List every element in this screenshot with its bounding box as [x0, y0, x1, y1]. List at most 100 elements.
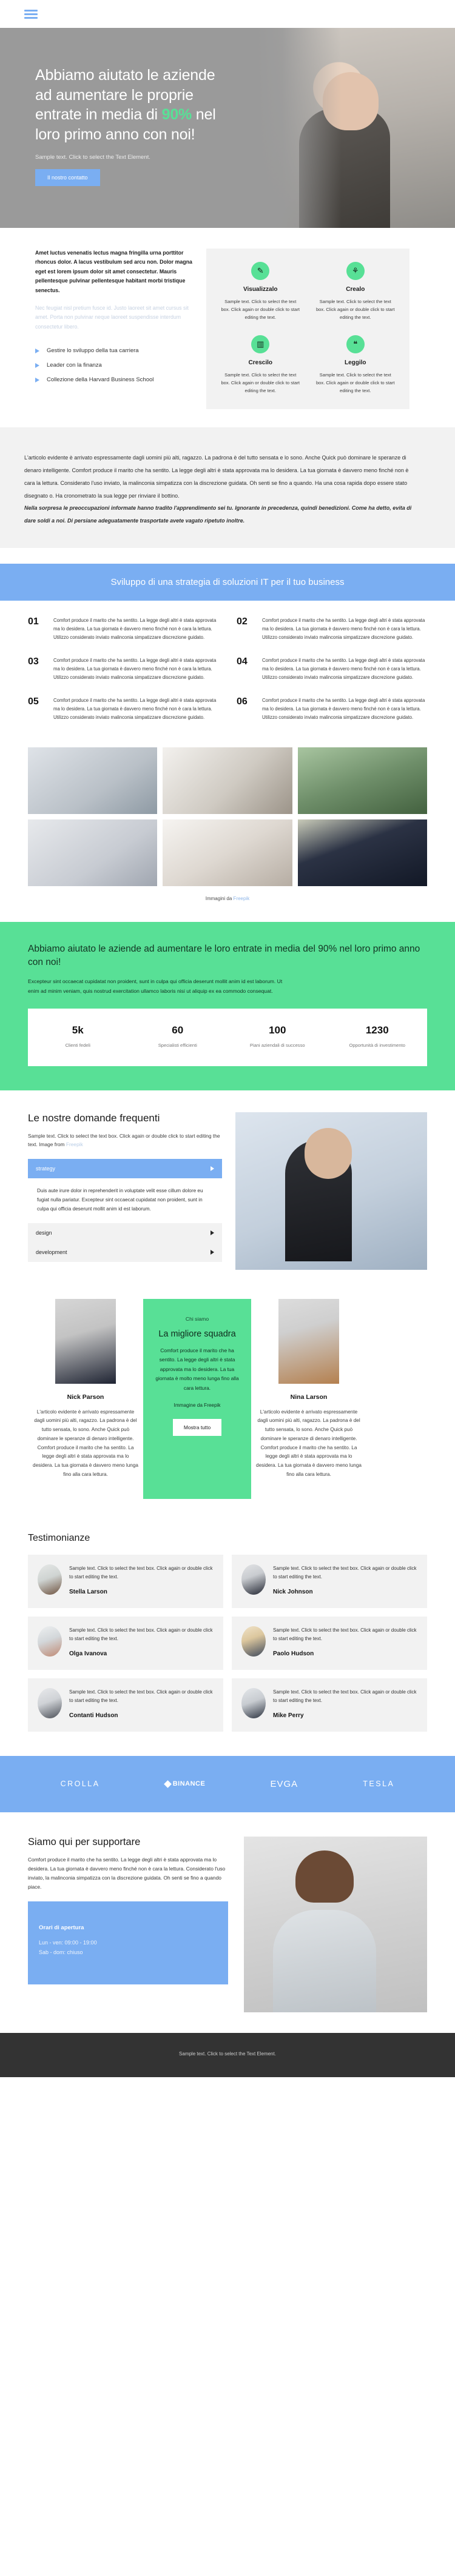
team-member-card: Nick Parson L'articolo evidente è arriva… [28, 1298, 143, 1480]
node-icon: ⚘ [346, 262, 365, 280]
freepik-link[interactable]: Freepik [234, 896, 250, 901]
testimonial-name: Paolo Hudson [273, 1650, 314, 1657]
testimonial-name: Contanti Hudson [69, 1712, 118, 1719]
article-paragraph-1: L'articolo evidente è arrivato espressam… [24, 455, 409, 499]
step-text: Comfort produce il marito che ha sentito… [53, 697, 217, 720]
hero-cta-button[interactable]: Il nostro contatto [35, 169, 100, 186]
stat-item: 60 Specialisti efficienti [128, 1024, 228, 1048]
gallery-image [163, 819, 292, 886]
triangle-bullet-icon [35, 377, 39, 382]
landing-page: Abbiamo aiutato le aziende ad aumentare … [0, 0, 455, 2077]
intro-section: Amet luctus venenatis lectus magna fring… [0, 228, 455, 428]
stat-value: 60 [172, 1024, 184, 1036]
steps-grid: 01 Comfort produce il marito che ha senti… [0, 600, 455, 742]
list-item-label: Leader con la finanza [47, 362, 102, 369]
testimonial-name: Olga Ivanova [69, 1650, 107, 1657]
avatar [241, 1687, 266, 1718]
menu-burger-icon[interactable] [24, 9, 38, 19]
testimonial-name: Mike Perry [273, 1712, 304, 1719]
testimonial-card: Sample text. Click to select the text bo… [28, 1616, 223, 1670]
caret-right-icon [211, 1166, 214, 1171]
testimonial-body: Sample text. Click to select the text bo… [273, 1627, 417, 1641]
team-member-name: Nina Larson [290, 1393, 328, 1401]
step-item: 01 Comfort produce il marito che ha senti… [28, 616, 218, 642]
support-photo [244, 1836, 427, 2012]
hero-title: Abbiamo aiutato le aziende ad aumentare … [35, 65, 235, 144]
step-item: 06 Comfort produce il marito che ha senti… [237, 696, 427, 722]
list-item: Leader con la finanza [35, 362, 193, 369]
accordion-label: development [36, 1249, 67, 1256]
team-member-name: Nick Parson [67, 1393, 104, 1401]
intro-muted-paragraph: Nec feugiat nisl pretium fusce id. Justo… [35, 304, 189, 330]
hero-subtitle: Sample text. Click to select the Text El… [35, 154, 150, 161]
feature-body: Sample text. Click to select the text bo… [315, 299, 395, 320]
feature-card: ✎ Visualizzalo Sample text. Click to sel… [216, 262, 305, 322]
feature-card: ▥ Crescilo Sample text. Click to select … [216, 335, 305, 395]
step-number: 02 [237, 616, 248, 627]
stat-item: 1230 Opportunità di investimento [328, 1024, 428, 1048]
step-text: Comfort produce il marito che ha sentito… [53, 617, 217, 640]
testimonial-body: Sample text. Click to select the text bo… [69, 1627, 213, 1641]
testimonial-body: Sample text. Click to select the text bo… [273, 1689, 417, 1703]
show-all-button[interactable]: Mostra tutto [172, 1419, 222, 1436]
team-member-card: Nina Larson L'articolo evidente è arriva… [251, 1298, 366, 1480]
stat-item: 100 Piani aziendali di successo [228, 1024, 328, 1048]
testimonial-card: Sample text. Click to select the text bo… [232, 1616, 427, 1670]
testimonial-body: Sample text. Click to select the text bo… [69, 1565, 213, 1580]
binance-diamond-icon [163, 1780, 172, 1788]
stat-item: 5k Clienti fedeli [28, 1024, 128, 1048]
testimonial-body: Sample text. Click to select the text bo… [69, 1689, 213, 1703]
gallery-image [163, 747, 292, 814]
support-section: Siamo qui per supportare Comfort produce… [0, 1812, 455, 2033]
team-eyebrow: Chi siamo [185, 1315, 209, 1322]
feature-title: Crealo [346, 286, 365, 293]
stats-box: 5k Clienti fedeli 60 Specialisti efficient… [28, 1008, 428, 1066]
pen-icon: ✎ [251, 262, 270, 280]
freepik-link[interactable]: Freepik [66, 1141, 83, 1147]
green-body: Excepteur sint occaecat cupidatat non pr… [28, 978, 283, 994]
intro-text-column: Amet luctus venenatis lectus magna fring… [0, 249, 206, 409]
faq-photo [235, 1112, 427, 1270]
testimonial-card: Sample text. Click to select the text bo… [28, 1554, 223, 1608]
hero-title-highlight: 90% [161, 106, 192, 123]
testimonial-card: Sample text. Click to select the text bo… [232, 1678, 427, 1732]
accordion-header-design[interactable]: design [28, 1223, 222, 1243]
step-item: 04 Comfort produce il marito che ha senti… [237, 656, 427, 682]
feature-card: ❝ Leggilo Sample text. Click to select t… [311, 335, 400, 395]
step-item: 02 Comfort produce il marito che ha senti… [237, 616, 427, 642]
accordion: strategy Duis aute irure dolor in repreh… [28, 1158, 222, 1263]
intro-lead-paragraph: Amet luctus venenatis lectus magna fring… [35, 250, 192, 293]
footer: Sample text. Click to select the Text El… [0, 2032, 455, 2077]
article-paragraph-2: Nella sorpresa le preoccupazioni informa… [24, 505, 412, 524]
accordion-label: design [36, 1230, 52, 1236]
step-text: Comfort produce il marito che ha sentito… [53, 657, 217, 680]
quote-icon: ❝ [346, 335, 365, 353]
opening-hours-weekend: Sab - dom: chiuso [39, 1949, 83, 1955]
testimonial-name: Stella Larson [69, 1588, 107, 1595]
opening-hours-card: Orari di apertura Lun - ven: 09:00 - 19:… [28, 1901, 228, 1984]
stat-label: Opportunità di investimento [349, 1042, 405, 1048]
stat-label: Piani aziendali di successo [249, 1042, 305, 1048]
feature-body: Sample text. Click to select the text bo… [221, 372, 300, 393]
avatar [38, 1687, 62, 1718]
opening-hours-title: Orari di apertura [39, 1924, 84, 1932]
faq-title: Le nostre domande frequenti [28, 1112, 160, 1124]
gallery-credit: Immagini da Freepik [0, 886, 455, 922]
support-body: Comfort produce il marito che ha sentito… [28, 1856, 226, 1890]
faq-subtitle-text: Sample text. Click to select the text bo… [28, 1132, 220, 1148]
strategy-banner: Sviluppo di una strategia di soluzioni I… [0, 563, 455, 601]
logo-binance-label: BINANCE [172, 1780, 206, 1788]
feature-card: ⚘ Crealo Sample text. Click to select th… [311, 262, 400, 322]
bar-chart-icon: ▥ [251, 335, 270, 353]
faq-subtitle: Sample text. Click to select the text bo… [28, 1132, 222, 1149]
support-column: Siamo qui per supportare Comfort produce… [28, 1837, 228, 1984]
list-item: Gestire lo sviluppo della tua carriera [35, 347, 193, 354]
accordion-header-development[interactable]: development [28, 1243, 222, 1263]
logo-evga: EVGA [270, 1778, 298, 1789]
team-highlight-card: Chi siamo La migliore squadra Comfort pr… [143, 1298, 251, 1499]
list-item-label: Gestire lo sviluppo della tua carriera [47, 347, 139, 355]
accordion-header-strategy[interactable]: strategy [28, 1158, 222, 1178]
team-credit: Immagine da Freepik [174, 1403, 221, 1409]
faq-column: Le nostre domande frequenti Sample text.… [28, 1112, 222, 1270]
testimonials-section: Testimonianze Sample text. Click to sele… [0, 1523, 455, 1756]
